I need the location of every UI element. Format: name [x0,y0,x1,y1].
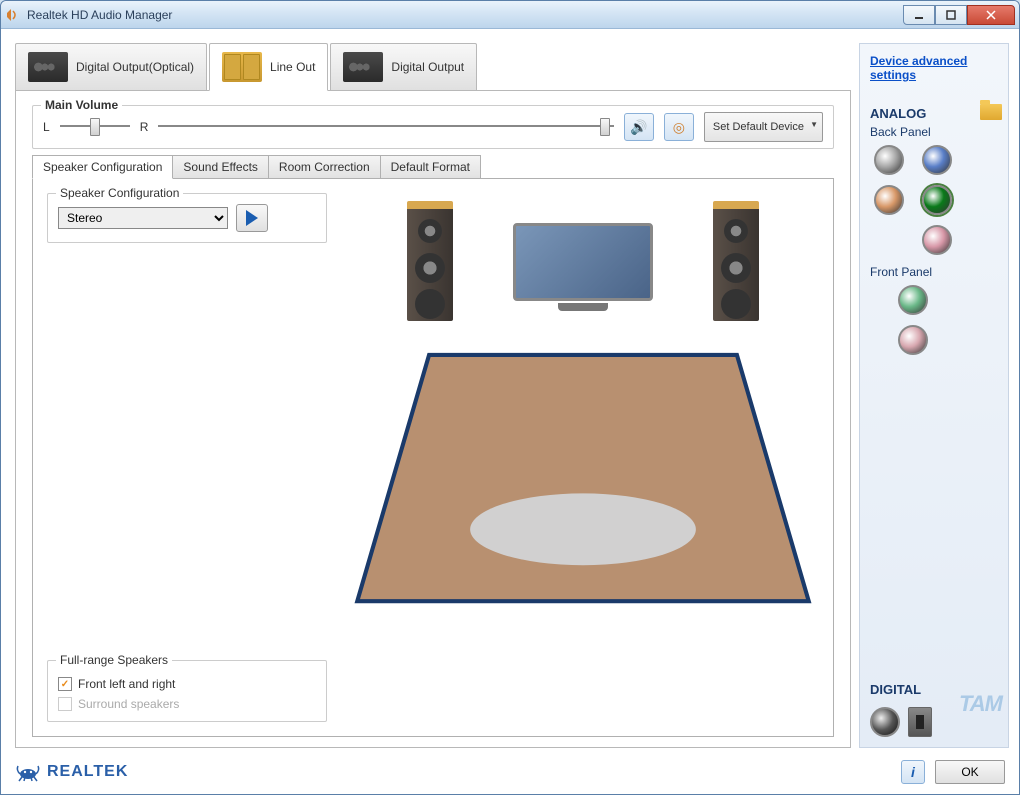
window-controls [903,5,1015,25]
main-volume-group: Main Volume L R 🔊 ◎ Set Default Device [32,105,834,149]
speaker-config-group: Speaker Configuration Stereo [47,193,327,243]
digital-jacks [870,707,998,737]
tab-digital-output[interactable]: Digital Output [330,43,477,91]
speakers-icon [222,52,262,82]
jack-blue[interactable] [922,145,952,175]
balance-slider[interactable] [60,118,130,136]
info-icon: i [911,764,915,780]
analog-header: ANALOG [870,106,998,121]
virtual-surround-button[interactable]: ◎ [664,113,694,141]
front-jack-green[interactable] [898,285,928,315]
surround-checkbox [58,697,72,711]
maximize-button[interactable] [935,5,967,25]
speaker-visualization [347,193,819,722]
front-panel-label: Front Panel [870,265,998,279]
volume-slider[interactable] [158,118,614,136]
tv-icon [513,223,653,313]
ok-button[interactable]: OK [935,760,1005,784]
surround-label: Surround speakers [78,697,179,711]
output-panel: Main Volume L R 🔊 ◎ Set Default Device [15,90,851,748]
jack-green[interactable] [922,185,952,215]
main-volume-title: Main Volume [41,98,122,112]
realtek-logo: REALTEK [15,762,128,782]
front-lr-checkbox-row: Front left and right [58,677,316,691]
speaker-config-title: Speaker Configuration [56,186,183,200]
front-jack-pink[interactable] [898,325,928,355]
amplifier-icon [28,52,68,82]
tab-label: Line Out [270,60,315,74]
jack-grey[interactable] [874,145,904,175]
spdif-jack[interactable] [870,707,900,737]
speaker-config-panel: Speaker Configuration Stereo [32,178,834,737]
tab-line-out[interactable]: Line Out [209,43,328,91]
content-area: Digital Output(Optical) Line Out Digital… [1,29,1019,754]
device-advanced-settings-link[interactable]: Device advanced settings [870,54,998,82]
close-button[interactable] [967,5,1015,25]
connector-panel: Device advanced settings ANALOG Back Pan… [859,43,1009,748]
balance-left-label: L [43,120,50,134]
globe-icon: ◎ [673,119,685,136]
balance-right-label: R [140,120,149,134]
tab-label: Digital Output [391,60,464,74]
optical-jack[interactable] [908,707,932,737]
play-icon [246,210,258,226]
config-column: Speaker Configuration Stereo [47,193,327,722]
brand-text: REALTEK [47,763,128,781]
back-panel-jacks [870,145,998,255]
config-tabs: Speaker Configuration Sound Effects Room… [32,155,834,179]
full-range-group: Full-range Speakers Front left and right… [47,660,327,722]
tab-default-format[interactable]: Default Format [380,155,481,179]
slider-thumb[interactable] [90,118,100,136]
front-lr-label: Front left and right [78,677,175,691]
tab-room-correction[interactable]: Room Correction [268,155,381,179]
front-lr-checkbox[interactable] [58,677,72,691]
tab-sound-effects[interactable]: Sound Effects [172,155,269,179]
right-speaker-icon[interactable] [713,201,759,321]
app-icon [5,7,21,23]
jack-pink[interactable] [922,225,952,255]
full-range-title: Full-range Speakers [56,653,172,667]
tab-speaker-configuration[interactable]: Speaker Configuration [32,155,173,179]
crab-icon [15,762,41,782]
digital-header: DIGITAL [870,682,998,697]
front-panel-jacks [870,285,998,355]
volume-row: L R 🔊 ◎ Set Default Device [43,112,823,142]
amplifier-icon [343,52,383,82]
speaker-config-select[interactable]: Stereo [58,207,228,229]
test-speakers-button[interactable] [236,204,268,232]
back-panel-label: Back Panel [870,125,998,139]
config-row: Stereo [58,204,316,232]
tab-label: Digital Output(Optical) [76,60,194,74]
surround-checkbox-row: Surround speakers [58,697,316,711]
output-tabs: Digital Output(Optical) Line Out Digital… [15,43,851,91]
folder-icon[interactable] [980,104,1002,120]
main-area: Digital Output(Optical) Line Out Digital… [15,43,851,748]
set-default-device-button[interactable]: Set Default Device [704,112,823,142]
info-button[interactable]: i [901,760,925,784]
slider-thumb[interactable] [600,118,610,136]
titlebar[interactable]: Realtek HD Audio Manager [1,1,1019,29]
speaker-sound-icon: 🔊 [630,119,647,136]
jack-orange[interactable] [874,185,904,215]
mute-button[interactable]: 🔊 [624,113,654,141]
window-title: Realtek HD Audio Manager [27,8,903,22]
minimize-button[interactable] [903,5,935,25]
tab-digital-output-optical[interactable]: Digital Output(Optical) [15,43,207,91]
left-speaker-icon[interactable] [407,201,453,321]
app-window: Realtek HD Audio Manager Digital Output(… [0,0,1020,795]
footer: REALTEK i OK [1,754,1019,794]
